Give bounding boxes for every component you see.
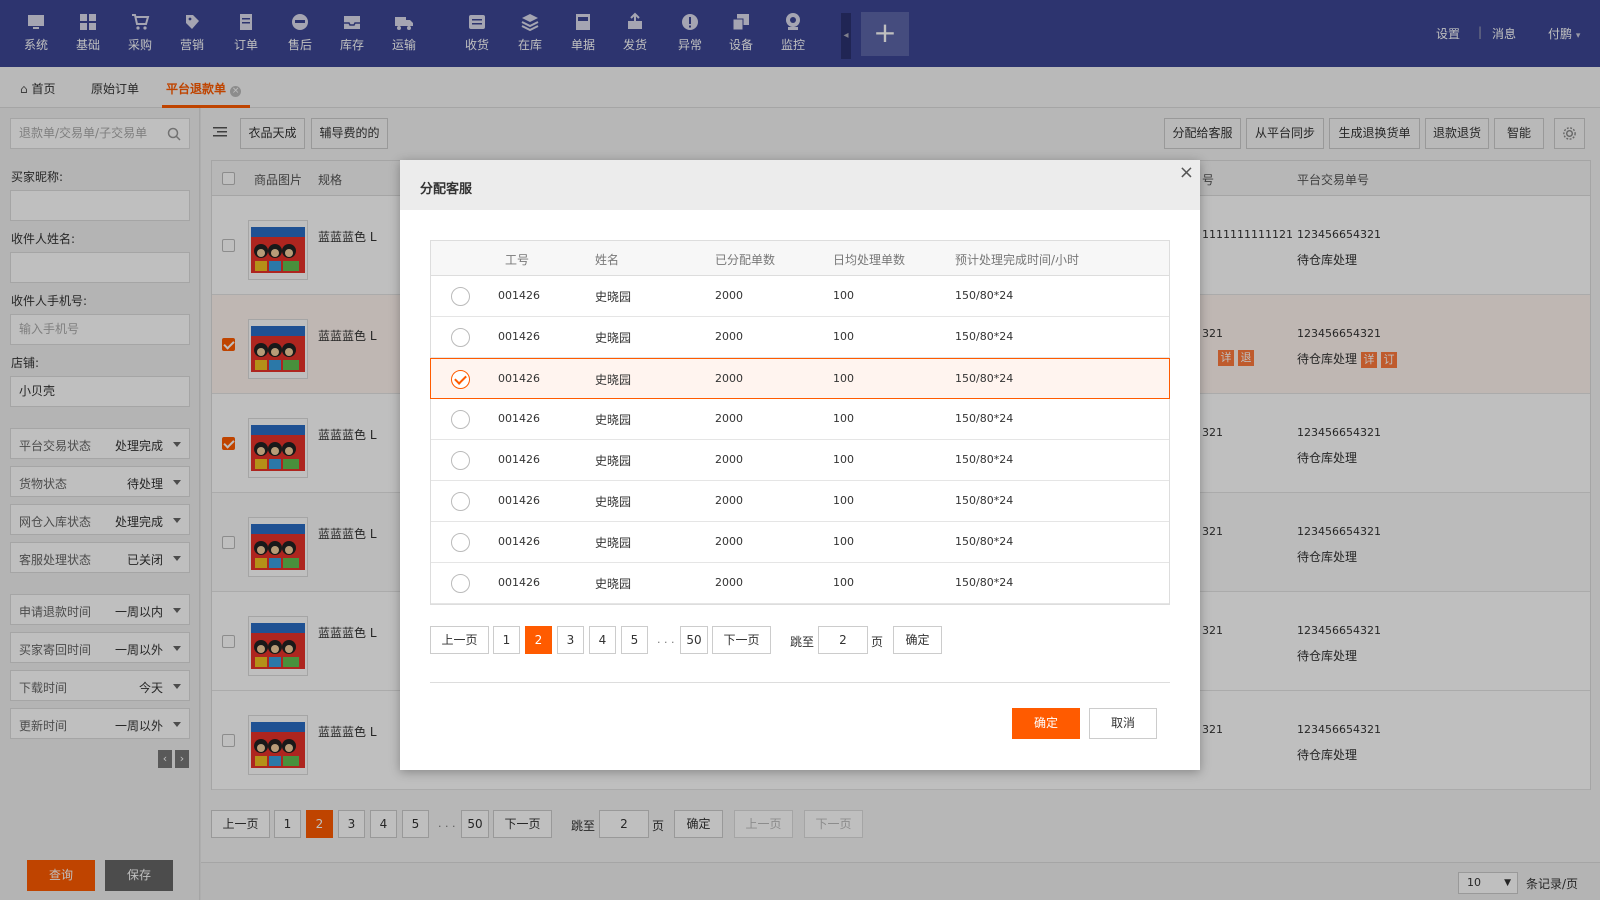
dialog-jump-input[interactable]: 2 (818, 626, 868, 654)
cell-assigned: 2000 (715, 453, 743, 466)
cell-daily: 100 (833, 535, 854, 548)
cell-eta: 150/80*24 (955, 412, 1014, 425)
col-daily: 日均处理单数 (833, 253, 906, 267)
cell-assigned: 2000 (715, 372, 743, 385)
dialog-page-4[interactable]: 4 (589, 626, 616, 654)
cell-daily: 100 (833, 412, 854, 425)
dialog-jump-confirm[interactable]: 确定 (893, 626, 942, 654)
dialog-prev-page[interactable]: 上一页 (430, 626, 489, 654)
dialog-page-3[interactable]: 3 (557, 626, 584, 654)
cell-name: 史晓园 (595, 495, 632, 509)
cell-id: 001426 (498, 412, 540, 425)
cell-eta: 150/80*24 (955, 330, 1014, 343)
row-radio[interactable] (451, 492, 470, 511)
dialog-divider (430, 682, 1170, 683)
col-name: 姓名 (595, 253, 620, 267)
cell-eta: 150/80*24 (955, 289, 1014, 302)
cell-daily: 100 (833, 289, 854, 302)
row-radio[interactable] (451, 287, 470, 306)
cell-daily: 100 (833, 372, 854, 385)
dialog-jump-label: 跳至 (790, 635, 815, 649)
dialog-page-2[interactable]: 2 (525, 626, 552, 654)
cell-eta: 150/80*24 (955, 576, 1014, 589)
col-eta: 预计处理完成时间/小时 (955, 253, 1080, 267)
cell-name: 史晓园 (595, 577, 632, 591)
service-row[interactable]: 001426 史晓园 2000 100 150/80*24 (431, 522, 1169, 563)
row-radio[interactable] (451, 533, 470, 552)
cell-daily: 100 (833, 576, 854, 589)
service-row[interactable]: 001426 史晓园 2000 100 150/80*24 (430, 358, 1170, 399)
service-table-header: 工号 姓名 已分配单数 日均处理单数 预计处理完成时间/小时 (431, 241, 1169, 276)
cell-daily: 100 (833, 494, 854, 507)
cell-name: 史晓园 (595, 536, 632, 550)
confirm-button[interactable]: 确定 (1012, 708, 1080, 739)
dialog-next-page[interactable]: 下一页 (712, 626, 771, 654)
col-assigned: 已分配单数 (715, 253, 776, 267)
service-row[interactable]: 001426 史晓园 2000 100 150/80*24 (431, 276, 1169, 317)
cell-assigned: 2000 (715, 412, 743, 425)
cell-assigned: 2000 (715, 576, 743, 589)
cell-eta: 150/80*24 (955, 372, 1014, 385)
service-row[interactable]: 001426 史晓园 2000 100 150/80*24 (431, 563, 1169, 604)
row-radio[interactable] (451, 370, 470, 389)
close-icon[interactable]: × (1179, 162, 1194, 183)
dialog-title: 分配客服 (420, 182, 473, 197)
service-row[interactable]: 001426 史晓园 2000 100 150/80*24 (431, 481, 1169, 522)
dialog-ellipsis: . . . (657, 633, 675, 646)
cell-eta: 150/80*24 (955, 535, 1014, 548)
dialog-page-1[interactable]: 1 (493, 626, 520, 654)
cell-id: 001426 (498, 576, 540, 589)
cell-name: 史晓园 (595, 413, 632, 427)
cell-id: 001426 (498, 453, 540, 466)
cell-name: 史晓园 (595, 331, 632, 345)
assign-service-dialog: 分配客服 × 工号 姓名 已分配单数 日均处理单数 预计处理完成时间/小时 00… (400, 160, 1200, 770)
cell-id: 001426 (498, 494, 540, 507)
cell-id: 001426 (498, 535, 540, 548)
cell-id: 001426 (498, 372, 540, 385)
cell-name: 史晓园 (595, 290, 632, 304)
cell-assigned: 2000 (715, 494, 743, 507)
cancel-button[interactable]: 取消 (1089, 708, 1157, 739)
dialog-page-5[interactable]: 5 (621, 626, 648, 654)
row-radio[interactable] (451, 574, 470, 593)
service-row[interactable]: 001426 史晓园 2000 100 150/80*24 (431, 440, 1169, 481)
col-id: 工号 (505, 253, 530, 267)
cell-name: 史晓园 (595, 373, 632, 387)
cell-eta: 150/80*24 (955, 494, 1014, 507)
service-row[interactable]: 001426 史晓园 2000 100 150/80*24 (431, 317, 1169, 358)
service-table: 工号 姓名 已分配单数 日均处理单数 预计处理完成时间/小时 001426 史晓… (430, 240, 1170, 605)
dialog-page-last[interactable]: 50 (680, 626, 708, 654)
cell-daily: 100 (833, 453, 854, 466)
row-radio[interactable] (451, 451, 470, 470)
row-radio[interactable] (451, 328, 470, 347)
cell-name: 史晓园 (595, 454, 632, 468)
row-radio[interactable] (451, 410, 470, 429)
cell-id: 001426 (498, 330, 540, 343)
cell-assigned: 2000 (715, 535, 743, 548)
cell-id: 001426 (498, 289, 540, 302)
dialog-header: 分配客服 × (400, 160, 1200, 210)
cell-eta: 150/80*24 (955, 453, 1014, 466)
dialog-page-unit: 页 (871, 635, 884, 649)
cell-daily: 100 (833, 330, 854, 343)
cell-assigned: 2000 (715, 289, 743, 302)
cell-assigned: 2000 (715, 330, 743, 343)
service-row[interactable]: 001426 史晓园 2000 100 150/80*24 (431, 399, 1169, 440)
